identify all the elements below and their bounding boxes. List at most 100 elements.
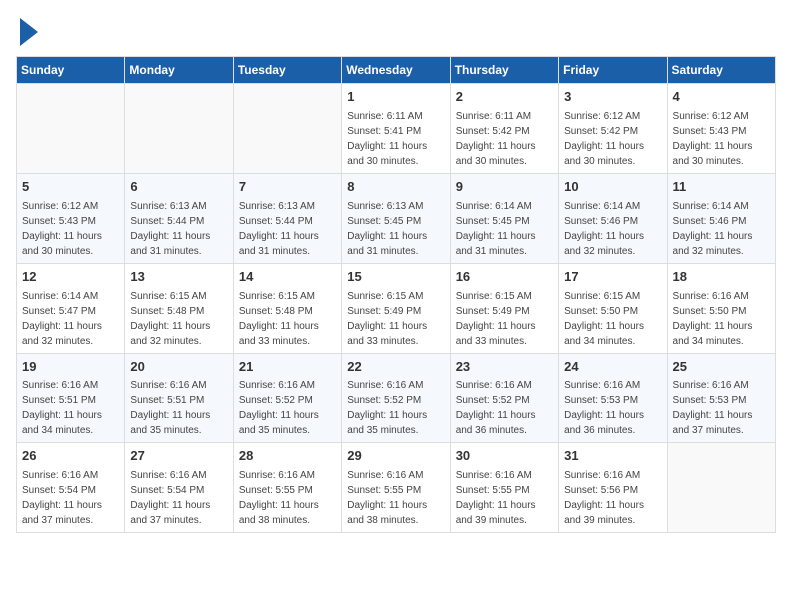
day-info: Sunrise: 6:16 AM Sunset: 5:52 PM Dayligh… [239,378,336,438]
day-number: 24 [564,358,661,377]
day-number: 15 [347,268,444,287]
day-number: 31 [564,447,661,466]
calendar-cell: 26 Sunrise: 6:16 AM Sunset: 5:54 PM Dayli… [17,443,125,533]
day-number: 1 [347,88,444,107]
calendar-cell: 13Sunrise: 6:15 AM Sunset: 5:48 PM Dayli… [125,263,233,353]
column-header-sunday: Sunday [17,57,125,84]
day-number: 18 [673,268,770,287]
day-info: Sunrise: 6:11 AM Sunset: 5:41 PM Dayligh… [347,109,444,169]
day-info: Sunrise: 6:16 AM Sunset: 5:54 PM Dayligh… [22,468,119,528]
day-number: 14 [239,268,336,287]
day-number: 28 [239,447,336,466]
day-info: Sunrise: 6:16 AM Sunset: 5:56 PM Dayligh… [564,468,661,528]
calendar-cell: 10 Sunrise: 6:14 AM Sunset: 5:46 PM Dayli… [559,173,667,263]
logo [16,16,38,46]
calendar-cell: 16 Sunrise: 6:15 AM Sunset: 5:49 PM Dayli… [450,263,558,353]
day-number: 19 [22,358,119,377]
day-number: 29 [347,447,444,466]
calendar-week-row: 19Sunrise: 6:16 AM Sunset: 5:51 PM Dayli… [17,353,776,443]
day-number: 12 [22,268,119,287]
calendar-cell: 14 Sunrise: 6:15 AM Sunset: 5:48 PM Dayli… [233,263,341,353]
column-header-saturday: Saturday [667,57,775,84]
day-info: Sunrise: 6:13 AM Sunset: 5:44 PM Dayligh… [239,199,336,259]
calendar-week-row: 1 Sunrise: 6:11 AM Sunset: 5:41 PM Daylig… [17,84,776,174]
calendar-cell: 25Sunrise: 6:16 AM Sunset: 5:53 PM Dayli… [667,353,775,443]
day-info: Sunrise: 6:11 AM Sunset: 5:42 PM Dayligh… [456,109,553,169]
calendar-cell: 27 Sunrise: 6:16 AM Sunset: 5:54 PM Dayli… [125,443,233,533]
day-number: 2 [456,88,553,107]
day-info: Sunrise: 6:13 AM Sunset: 5:44 PM Dayligh… [130,199,227,259]
calendar-cell: 4Sunrise: 6:12 AM Sunset: 5:43 PM Daylig… [667,84,775,174]
calendar-header-row: SundayMondayTuesdayWednesdayThursdayFrid… [17,57,776,84]
day-info: Sunrise: 6:12 AM Sunset: 5:42 PM Dayligh… [564,109,661,169]
day-info: Sunrise: 6:12 AM Sunset: 5:43 PM Dayligh… [22,199,119,259]
day-info: Sunrise: 6:12 AM Sunset: 5:43 PM Dayligh… [673,109,770,169]
day-info: Sunrise: 6:16 AM Sunset: 5:55 PM Dayligh… [239,468,336,528]
day-number: 16 [456,268,553,287]
calendar-cell: 21Sunrise: 6:16 AM Sunset: 5:52 PM Dayli… [233,353,341,443]
calendar-cell: 8 Sunrise: 6:13 AM Sunset: 5:45 PM Daylig… [342,173,450,263]
day-number: 9 [456,178,553,197]
day-number: 22 [347,358,444,377]
day-number: 23 [456,358,553,377]
day-number: 6 [130,178,227,197]
day-number: 3 [564,88,661,107]
calendar-cell: 6 Sunrise: 6:13 AM Sunset: 5:44 PM Daylig… [125,173,233,263]
calendar-cell: 1 Sunrise: 6:11 AM Sunset: 5:41 PM Daylig… [342,84,450,174]
day-number: 17 [564,268,661,287]
column-header-wednesday: Wednesday [342,57,450,84]
day-info: Sunrise: 6:15 AM Sunset: 5:49 PM Dayligh… [456,289,553,349]
day-number: 13 [130,268,227,287]
day-info: Sunrise: 6:14 AM Sunset: 5:46 PM Dayligh… [673,199,770,259]
day-info: Sunrise: 6:14 AM Sunset: 5:46 PM Dayligh… [564,199,661,259]
calendar-week-row: 12 Sunrise: 6:14 AM Sunset: 5:47 PM Dayli… [17,263,776,353]
calendar-cell: 24Sunrise: 6:16 AM Sunset: 5:53 PM Dayli… [559,353,667,443]
column-header-friday: Friday [559,57,667,84]
day-info: Sunrise: 6:16 AM Sunset: 5:52 PM Dayligh… [347,378,444,438]
calendar-cell [125,84,233,174]
calendar-cell: 19Sunrise: 6:16 AM Sunset: 5:51 PM Dayli… [17,353,125,443]
day-info: Sunrise: 6:14 AM Sunset: 5:45 PM Dayligh… [456,199,553,259]
day-number: 5 [22,178,119,197]
day-info: Sunrise: 6:14 AM Sunset: 5:47 PM Dayligh… [22,289,119,349]
calendar-cell: 29 Sunrise: 6:16 AM Sunset: 5:55 PM Dayli… [342,443,450,533]
calendar-cell: 12 Sunrise: 6:14 AM Sunset: 5:47 PM Dayli… [17,263,125,353]
logo-arrow-icon [20,18,38,46]
calendar-cell: 17Sunrise: 6:15 AM Sunset: 5:50 PM Dayli… [559,263,667,353]
day-info: Sunrise: 6:16 AM Sunset: 5:51 PM Dayligh… [130,378,227,438]
calendar-cell [17,84,125,174]
calendar-week-row: 5 Sunrise: 6:12 AM Sunset: 5:43 PM Daylig… [17,173,776,263]
day-info: Sunrise: 6:13 AM Sunset: 5:45 PM Dayligh… [347,199,444,259]
day-number: 11 [673,178,770,197]
day-info: Sunrise: 6:15 AM Sunset: 5:48 PM Dayligh… [239,289,336,349]
column-header-tuesday: Tuesday [233,57,341,84]
calendar-cell: 18 Sunrise: 6:16 AM Sunset: 5:50 PM Dayli… [667,263,775,353]
day-info: Sunrise: 6:16 AM Sunset: 5:51 PM Dayligh… [22,378,119,438]
day-info: Sunrise: 6:16 AM Sunset: 5:55 PM Dayligh… [347,468,444,528]
day-number: 26 [22,447,119,466]
calendar-cell [667,443,775,533]
calendar-cell [233,84,341,174]
day-info: Sunrise: 6:16 AM Sunset: 5:50 PM Dayligh… [673,289,770,349]
calendar-cell: 15 Sunrise: 6:15 AM Sunset: 5:49 PM Dayli… [342,263,450,353]
calendar-cell: 20Sunrise: 6:16 AM Sunset: 5:51 PM Dayli… [125,353,233,443]
page-header [16,16,776,46]
calendar-cell: 9 Sunrise: 6:14 AM Sunset: 5:45 PM Daylig… [450,173,558,263]
calendar-cell: 3 Sunrise: 6:12 AM Sunset: 5:42 PM Daylig… [559,84,667,174]
day-number: 10 [564,178,661,197]
day-number: 30 [456,447,553,466]
day-number: 25 [673,358,770,377]
calendar-table: SundayMondayTuesdayWednesdayThursdayFrid… [16,56,776,533]
column-header-monday: Monday [125,57,233,84]
day-info: Sunrise: 6:15 AM Sunset: 5:49 PM Dayligh… [347,289,444,349]
day-info: Sunrise: 6:16 AM Sunset: 5:54 PM Dayligh… [130,468,227,528]
day-info: Sunrise: 6:16 AM Sunset: 5:52 PM Dayligh… [456,378,553,438]
calendar-cell: 31 Sunrise: 6:16 AM Sunset: 5:56 PM Dayli… [559,443,667,533]
day-number: 27 [130,447,227,466]
calendar-cell: 23Sunrise: 6:16 AM Sunset: 5:52 PM Dayli… [450,353,558,443]
calendar-cell: 28 Sunrise: 6:16 AM Sunset: 5:55 PM Dayli… [233,443,341,533]
day-number: 8 [347,178,444,197]
day-info: Sunrise: 6:16 AM Sunset: 5:55 PM Dayligh… [456,468,553,528]
calendar-cell: 5 Sunrise: 6:12 AM Sunset: 5:43 PM Daylig… [17,173,125,263]
day-info: Sunrise: 6:16 AM Sunset: 5:53 PM Dayligh… [673,378,770,438]
